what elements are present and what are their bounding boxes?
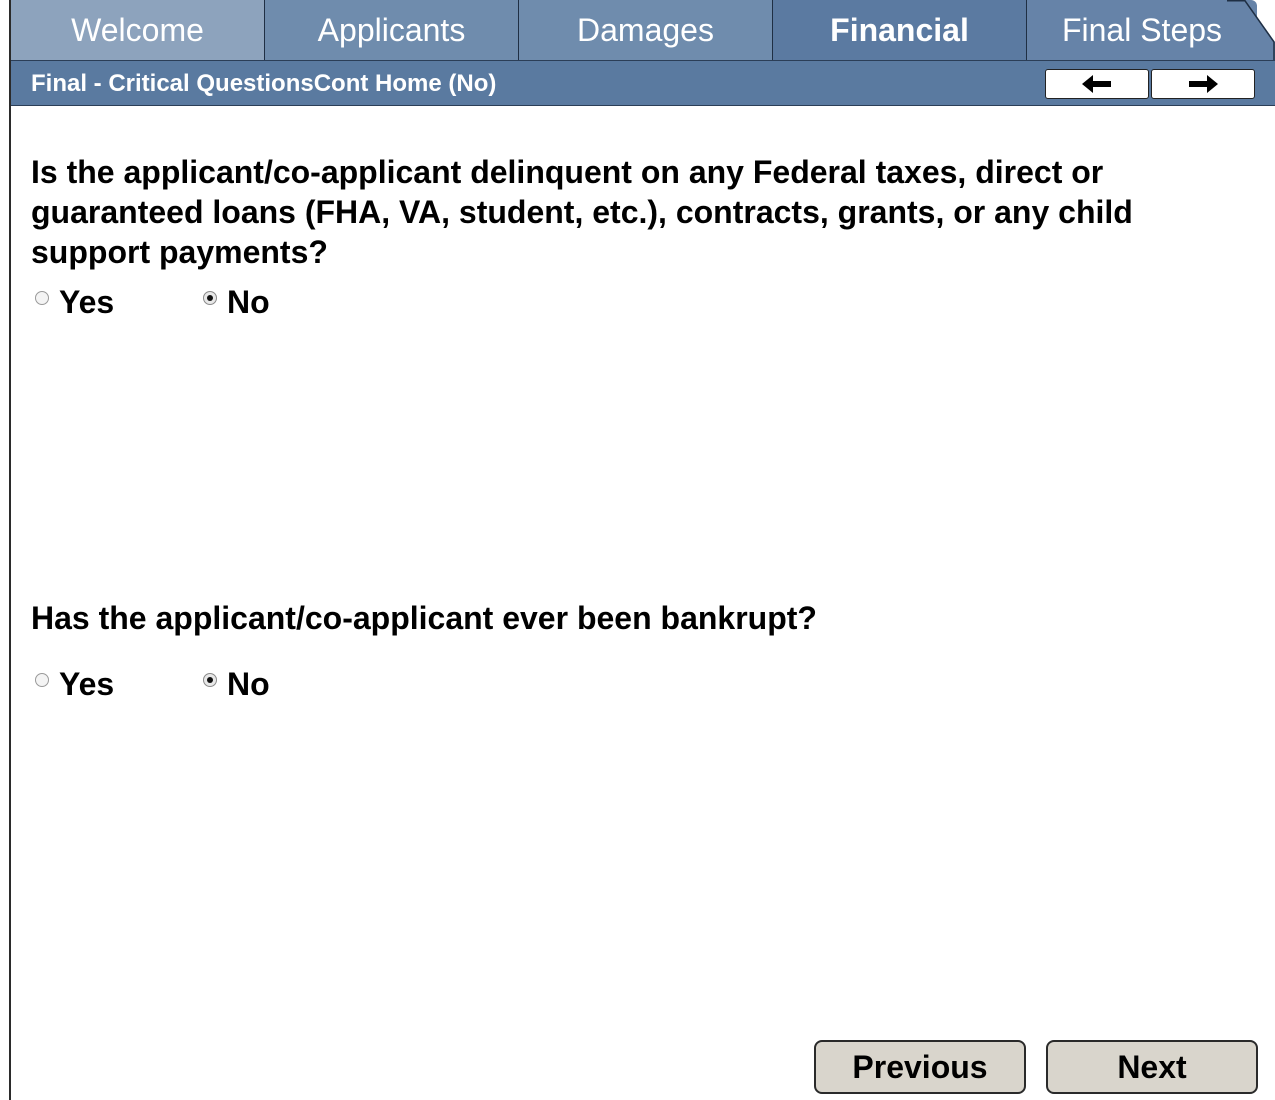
tab-bar: Welcome Applicants Damages Financial Fin… [11, 0, 1275, 60]
option-label: No [227, 283, 270, 320]
option-yes[interactable]: Yes [35, 664, 114, 704]
arrow-right-icon [1189, 75, 1218, 93]
option-label: No [227, 665, 270, 702]
radio-button-selected[interactable] [203, 291, 217, 305]
question-delinquent: Is the applicant/co-applicant delinquent… [31, 154, 1133, 270]
question-bankrupt: Has the applicant/co-applicant ever been… [31, 600, 817, 636]
option-label: Yes [59, 283, 115, 320]
radio-button[interactable] [35, 291, 49, 305]
tab-final-steps[interactable]: Final Steps [1027, 0, 1257, 60]
section-header: Final - Critical QuestionsCont Home (No) [11, 60, 1275, 106]
option-label: Yes [59, 665, 115, 702]
tab-financial[interactable]: Financial [773, 0, 1027, 60]
next-button[interactable]: Next [1046, 1040, 1258, 1094]
tab-corner-shape [1227, 0, 1275, 60]
previous-button[interactable]: Previous [814, 1040, 1026, 1094]
radio-button-selected[interactable] [203, 673, 217, 687]
app-window: Welcome Applicants Damages Financial Fin… [9, 0, 1275, 1100]
option-no[interactable]: No [203, 664, 270, 704]
back-button[interactable] [1045, 69, 1149, 99]
tab-applicants[interactable]: Applicants [265, 0, 519, 60]
section-title: Final - Critical QuestionsCont Home (No) [31, 70, 497, 97]
tab-welcome[interactable]: Welcome [11, 0, 265, 60]
option-yes[interactable]: Yes [35, 282, 114, 322]
option-no[interactable]: No [203, 282, 270, 322]
forward-button[interactable] [1151, 69, 1255, 99]
arrow-left-icon [1082, 75, 1111, 93]
radio-button[interactable] [35, 673, 49, 687]
tab-damages[interactable]: Damages [519, 0, 773, 60]
